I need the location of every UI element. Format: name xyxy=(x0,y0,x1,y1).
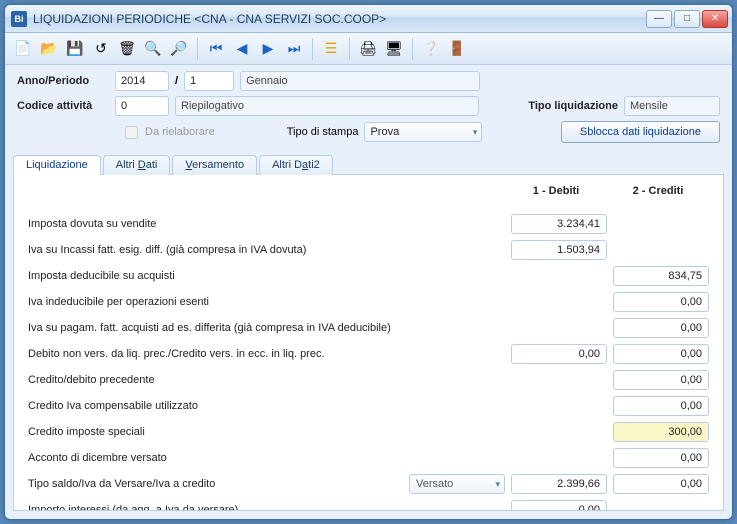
column-debiti: 1 - Debiti xyxy=(505,185,607,205)
debiti-cell[interactable]: 3.234,41 xyxy=(511,214,607,234)
tipostampa-label: Tipo di stampa xyxy=(287,126,359,138)
grid-row: Iva su pagam. fatt. acquisti ad es. diff… xyxy=(28,315,709,341)
undo-icon[interactable]: ↺ xyxy=(89,37,113,61)
crediti-cell[interactable]: 300,00 xyxy=(613,422,709,442)
tipostampa-select[interactable]: Prova xyxy=(364,122,482,142)
grid-row: Tipo saldo/Iva da Versare/Iva a credito V… xyxy=(28,471,709,497)
grid-row: Credito imposte speciali 300,00 xyxy=(28,419,709,445)
row-label: Credito Iva compensabile utilizzato xyxy=(28,400,403,412)
tiposaldo-select[interactable]: Versato xyxy=(409,474,505,494)
toolbar: 📄 📂 💾 ↺ 🗑 🔍 🔎 ⏮ ◀ ▶ ⏭ ☰ 🖨 🖥 ❔ 🚪 xyxy=(5,33,732,65)
help-icon[interactable]: ❔ xyxy=(419,37,443,61)
close-button[interactable]: ✕ xyxy=(702,10,728,28)
codatt-desc: Riepilogativo xyxy=(175,96,479,116)
delete-icon[interactable]: 🗑 xyxy=(115,37,139,61)
grid-row: Imposta dovuta su vendite 3.234,41 xyxy=(28,211,709,237)
header-form: Anno/Periodo 2014 / 1 Gennaio Codice att… xyxy=(5,65,732,150)
column-crediti: 2 - Crediti xyxy=(607,185,709,205)
toolbar-separator xyxy=(412,38,413,60)
grid-header: 1 - Debiti 2 - Crediti xyxy=(28,185,709,205)
grid-row: Acconto di dicembre versato 0,00 xyxy=(28,445,709,471)
tab-altri-dati2[interactable]: Altri Dati2 xyxy=(259,155,333,175)
debiti-cell[interactable]: 2.399,66 xyxy=(511,474,607,494)
liquidazione-panel: 1 - Debiti 2 - Crediti Imposta dovuta su… xyxy=(13,175,724,511)
mese-display: Gennaio xyxy=(240,71,480,91)
darielaborare-checkbox[interactable]: Da rielaborare xyxy=(121,123,215,142)
find2-icon[interactable]: 🔎 xyxy=(167,37,191,61)
crediti-cell[interactable]: 0,00 xyxy=(613,344,709,364)
exit-icon[interactable]: 🚪 xyxy=(445,37,469,61)
periodo-input[interactable]: 1 xyxy=(184,71,234,91)
row-label: Iva su Incassi fatt. esig. diff. (già co… xyxy=(28,244,403,256)
grid-row: Iva indeducibile per operazioni esenti 0,… xyxy=(28,289,709,315)
grid-row: Credito Iva compensabile utilizzato 0,00 xyxy=(28,393,709,419)
debiti-cell[interactable]: 1.503,94 xyxy=(511,240,607,260)
codatt-input[interactable]: 0 xyxy=(115,96,169,116)
grid-row: Credito/debito precedente 0,00 xyxy=(28,367,709,393)
tab-versamento[interactable]: Versamento xyxy=(172,155,257,175)
app-icon: Bi xyxy=(11,11,27,27)
row-label: Iva su pagam. fatt. acquisti ad es. diff… xyxy=(28,322,403,334)
grid-row: Iva su Incassi fatt. esig. diff. (già co… xyxy=(28,237,709,263)
row-label: Credito imposte speciali xyxy=(28,426,403,438)
list-icon[interactable]: ☰ xyxy=(319,37,343,61)
last-icon[interactable]: ⏭ xyxy=(282,37,306,61)
window-frame: Bi LIQUIDAZIONI PERIODICHE <CNA - CNA SE… xyxy=(4,4,733,520)
tipoliq-display: Mensile xyxy=(624,96,720,116)
tab-altri-dati[interactable]: Altri Dati xyxy=(103,155,171,175)
sblocca-button[interactable]: Sblocca dati liquidazione xyxy=(561,121,720,143)
next-icon[interactable]: ▶ xyxy=(256,37,280,61)
anno-input[interactable]: 2014 xyxy=(115,71,169,91)
new-icon[interactable]: 📄 xyxy=(11,37,35,61)
row-label: Imposta deducibile su acquisti xyxy=(28,270,403,282)
toolbar-separator xyxy=(349,38,350,60)
debiti-cell[interactable]: 0,00 xyxy=(511,344,607,364)
print-icon[interactable]: 🖨 xyxy=(356,37,380,61)
titlebar: Bi LIQUIDAZIONI PERIODICHE <CNA - CNA SE… xyxy=(5,5,732,33)
crediti-cell[interactable]: 0,00 xyxy=(613,448,709,468)
prev-icon[interactable]: ◀ xyxy=(230,37,254,61)
crediti-cell[interactable]: 834,75 xyxy=(613,266,709,286)
toolbar-separator xyxy=(312,38,313,60)
debiti-cell[interactable]: 0,00 xyxy=(511,500,607,511)
toolbar-separator xyxy=(197,38,198,60)
screen-icon[interactable]: 🖥 xyxy=(382,37,406,61)
save-icon[interactable]: 💾 xyxy=(63,37,87,61)
row-label: Debito non vers. da liq. prec./Credito v… xyxy=(28,348,403,360)
tab-liquidazione[interactable]: Liquidazione xyxy=(13,155,101,175)
minimize-button[interactable]: — xyxy=(646,10,672,28)
grid-row: Debito non vers. da liq. prec./Credito v… xyxy=(28,341,709,367)
row-label: Credito/debito precedente xyxy=(28,374,403,386)
row-label: Acconto di dicembre versato xyxy=(28,452,403,464)
tipoliq-label: Tipo liquidazione xyxy=(528,100,618,112)
anno-label: Anno/Periodo xyxy=(17,75,109,87)
crediti-cell[interactable]: 0,00 xyxy=(613,292,709,312)
find-icon[interactable]: 🔍 xyxy=(141,37,165,61)
maximize-button[interactable]: □ xyxy=(674,10,700,28)
grid-body: Imposta dovuta su vendite 3.234,41 Iva su … xyxy=(28,211,709,511)
row-label: Tipo saldo/Iva da Versare/Iva a credito xyxy=(28,478,403,490)
window-controls: — □ ✕ xyxy=(646,10,728,28)
tab-strip: Liquidazione Altri Dati Versamento Altri… xyxy=(13,154,724,175)
first-icon[interactable]: ⏮ xyxy=(204,37,228,61)
grid-row: Imposta deducibile su acquisti 834,75 xyxy=(28,263,709,289)
crediti-cell[interactable]: 0,00 xyxy=(613,370,709,390)
crediti-cell[interactable]: 0,00 xyxy=(613,396,709,416)
grid-row: Importo interessi (da agg. a Iva da vers… xyxy=(28,497,709,511)
row-label: Imposta dovuta su vendite xyxy=(28,218,403,230)
row-label: Importo interessi (da agg. a Iva da vers… xyxy=(28,504,403,511)
window-title: LIQUIDAZIONI PERIODICHE <CNA - CNA SERVI… xyxy=(33,12,646,26)
row-label: Iva indeducibile per operazioni esenti xyxy=(28,296,403,308)
open-icon[interactable]: 📂 xyxy=(37,37,61,61)
codatt-label: Codice attività xyxy=(17,100,109,112)
crediti-cell[interactable]: 0,00 xyxy=(613,318,709,338)
crediti-cell[interactable]: 0,00 xyxy=(613,474,709,494)
